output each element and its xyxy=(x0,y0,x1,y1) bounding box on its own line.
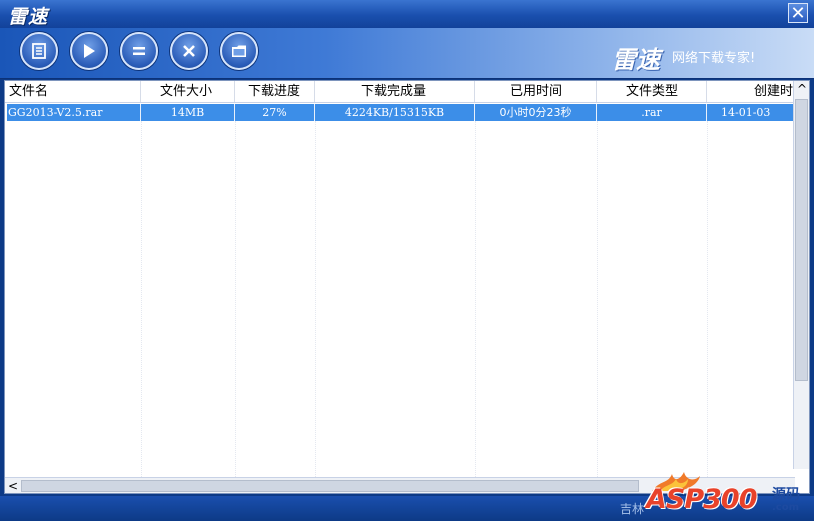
column-divider xyxy=(315,121,316,477)
column-divider xyxy=(707,121,708,477)
brand-logo: 雷速 xyxy=(612,46,660,74)
title-bar: 雷速 ✕ xyxy=(0,0,814,28)
scroll-up-icon[interactable]: ^ xyxy=(794,81,809,97)
column-divider xyxy=(235,121,236,477)
column-header-created[interactable]: 创建时 xyxy=(707,81,795,102)
cell-type: .rar xyxy=(597,104,707,121)
watermark-text: ASP300 xyxy=(646,484,757,515)
open-folder-button[interactable] xyxy=(220,32,258,70)
vertical-scroll-thumb[interactable] xyxy=(795,99,808,381)
brand-slogan: 网络下载专家! xyxy=(672,51,756,66)
column-header-size[interactable]: 文件大小 xyxy=(141,81,235,102)
cell-progress: 27% xyxy=(235,104,315,121)
column-header-type[interactable]: 文件类型 xyxy=(597,81,707,102)
delete-icon xyxy=(183,45,195,57)
column-divider xyxy=(141,121,142,477)
vertical-scrollbar[interactable]: ^ xyxy=(793,81,809,469)
watermark-cn: 源码 xyxy=(772,487,800,503)
folder-icon xyxy=(232,45,246,57)
cell-completed: 4224KB/15315KB xyxy=(315,104,475,121)
cell-created: 14-01-03 xyxy=(721,106,771,119)
window-title: 雷速 xyxy=(8,6,49,28)
watermark-logo: ASP300 源码 .com xyxy=(640,470,814,521)
column-header-completed[interactable]: 下载完成量 xyxy=(315,81,475,102)
start-button[interactable] xyxy=(70,32,108,70)
pause-icon xyxy=(133,47,145,55)
cell-size: 14MB xyxy=(141,104,235,121)
pause-button[interactable] xyxy=(120,32,158,70)
list-icon xyxy=(32,43,46,59)
column-guides xyxy=(5,121,795,477)
download-list: 文件名 文件大小 下载进度 下载完成量 已用时间 文件类型 创建时 GG2013… xyxy=(4,80,810,494)
column-header-elapsed[interactable]: 已用时间 xyxy=(475,81,597,102)
cell-elapsed: 0小时0分23秒 xyxy=(475,104,597,121)
play-icon xyxy=(84,44,95,58)
close-button[interactable]: ✕ xyxy=(788,3,808,23)
cell-filename: GG2013-V2.5.rar xyxy=(7,104,141,121)
column-divider xyxy=(475,121,476,477)
task-list-button[interactable] xyxy=(20,32,58,70)
column-header-progress[interactable]: 下载进度 xyxy=(235,81,315,102)
horizontal-scroll-thumb[interactable] xyxy=(21,480,639,492)
scroll-left-icon[interactable]: < xyxy=(5,478,21,493)
column-header-filename[interactable]: 文件名 xyxy=(5,81,141,102)
table-header: 文件名 文件大小 下载进度 下载完成量 已用时间 文件类型 创建时 xyxy=(5,81,795,103)
table-row[interactable]: GG2013-V2.5.rar 14MB 27% 4224KB/15315KB … xyxy=(7,104,795,121)
delete-button[interactable] xyxy=(170,32,208,70)
column-divider xyxy=(597,121,598,477)
watermark-domain: .com xyxy=(772,502,800,513)
app-window: 雷速 ✕ 雷速 网络下载专家! 文件名 文件大小 下载进度 下载完成量 已用时间… xyxy=(0,0,814,521)
